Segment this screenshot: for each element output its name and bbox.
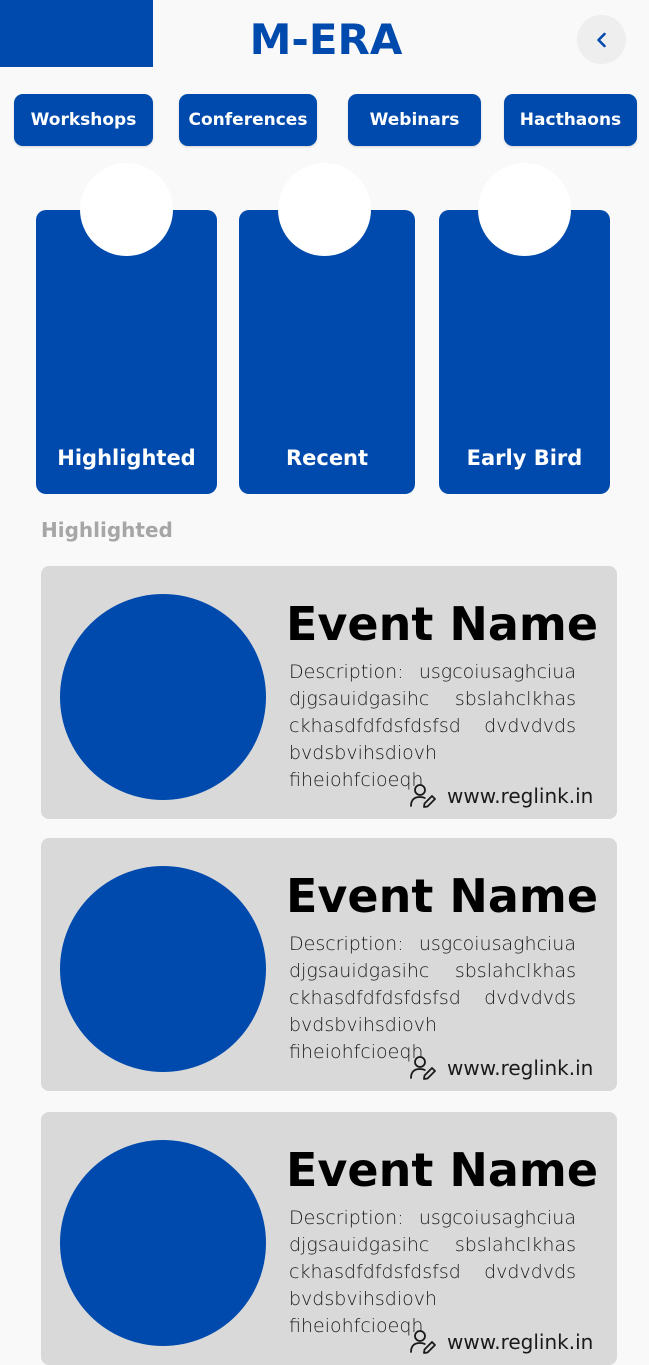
- category-button-webinars[interactable]: Webinars: [348, 94, 481, 146]
- registration-link[interactable]: www.reglink.in: [409, 1051, 593, 1085]
- event-description: Description: usgcoiusaghciua djgsauidgas…: [289, 661, 576, 791]
- event-card[interactable]: Event Name Description: usgcoiusaghciua …: [41, 838, 617, 1091]
- registration-link-text[interactable]: www.reglink.in: [447, 1330, 593, 1354]
- registration-link[interactable]: www.reglink.in: [409, 1325, 593, 1359]
- event-description: Description: usgcoiusaghciua djgsauidgas…: [289, 1207, 576, 1337]
- tile-highlighted-circle: [80, 163, 173, 256]
- section-heading: Highlighted: [41, 518, 173, 542]
- user-edit-icon: [410, 1330, 436, 1354]
- event-card[interactable]: Event Name Description: usgcoiusaghciua …: [41, 1112, 617, 1365]
- chevron-left-icon: [596, 32, 606, 47]
- event-image: [60, 1140, 266, 1346]
- registration-link-text[interactable]: www.reglink.in: [447, 784, 593, 808]
- event-name: Event Name: [286, 1143, 599, 1197]
- event-name: Event Name: [286, 597, 599, 651]
- back-button[interactable]: [577, 15, 626, 64]
- event-image: [60, 594, 266, 800]
- event-image: [60, 866, 266, 1072]
- registration-link-text[interactable]: www.reglink.in: [447, 1056, 593, 1080]
- user-edit-icon: [410, 1056, 436, 1080]
- category-button-workshops[interactable]: Workshops: [14, 94, 153, 146]
- category-button-hackathons[interactable]: Hacthaons: [504, 94, 637, 146]
- tile-label: Early Bird: [466, 446, 583, 470]
- header-corner-block: [0, 0, 153, 67]
- app-title: M-ERA: [249, 15, 403, 64]
- user-edit-icon: [410, 784, 436, 808]
- tile-label: Recent: [285, 446, 369, 470]
- tile-recent-circle: [278, 163, 371, 256]
- event-card[interactable]: Event Name Description: usgcoiusaghciua …: [41, 566, 617, 819]
- event-description: Description: usgcoiusaghciua djgsauidgas…: [289, 933, 576, 1063]
- tile-early-bird-circle: [478, 163, 571, 256]
- category-button-conferences[interactable]: Conferences: [179, 94, 317, 146]
- tile-label: Highlighted: [57, 446, 196, 470]
- event-name: Event Name: [286, 869, 599, 923]
- registration-link[interactable]: www.reglink.in: [409, 779, 593, 813]
